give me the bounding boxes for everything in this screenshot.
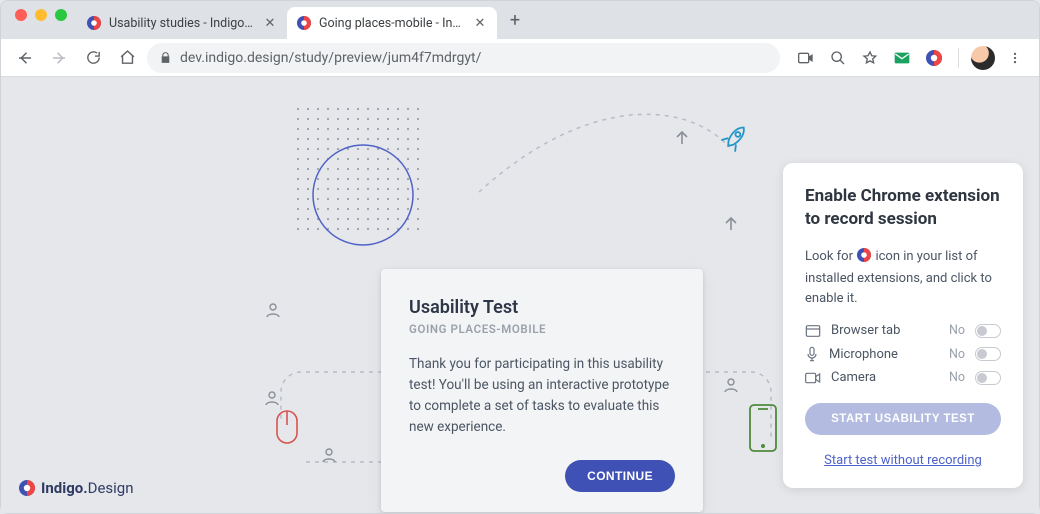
circle-outline-icon: [303, 135, 423, 255]
indigo-extension-button[interactable]: [920, 44, 948, 72]
browser-tab-0[interactable]: Usability studies - Indigo.Design ✕: [77, 7, 287, 39]
address-bar[interactable]: dev.indigo.design/study/preview/jum4f7md…: [147, 43, 780, 73]
camera-icon: [805, 372, 821, 384]
profile-avatar[interactable]: [969, 44, 997, 72]
indigo-brand: Indigo.Design: [19, 479, 134, 497]
person-icon: [723, 377, 739, 393]
arrow-right-icon: [50, 49, 68, 67]
indigo-extension-icon: [926, 50, 942, 66]
perm-label: Browser tab: [831, 323, 939, 338]
arrow-up-icon: [722, 215, 740, 233]
indigo-favicon-icon: [87, 16, 101, 30]
dashed-path-icon: [261, 367, 401, 447]
rocket-icon: [717, 122, 751, 156]
arrow-up-icon: [673, 129, 691, 147]
star-icon: [862, 50, 878, 66]
continue-button[interactable]: CONTINUE: [565, 460, 675, 492]
browser-tab-1[interactable]: Going places-mobile - Indigo.D ✕: [287, 7, 497, 39]
mail-extension-button[interactable]: [888, 44, 916, 72]
perm-row-microphone: Microphone No: [805, 346, 1001, 362]
browser-toolbar: dev.indigo.design/study/preview/jum4f7md…: [1, 39, 1039, 77]
perm-label: Microphone: [829, 347, 939, 362]
new-tab-button[interactable]: +: [501, 6, 529, 34]
nav-home-button[interactable]: [113, 44, 141, 72]
browser-tabstrip: Usability studies - Indigo.Design ✕ Goin…: [1, 1, 1039, 39]
usability-intro-card: Usability Test GOING PLACES-MOBILE Thank…: [381, 269, 703, 512]
home-icon: [119, 49, 136, 66]
recording-panel: Enable Chrome extension to record sessio…: [783, 163, 1023, 488]
nav-back-button[interactable]: [11, 44, 39, 72]
card-body-text: Thank you for participating in this usab…: [409, 354, 675, 438]
dashed-curve-icon: [469, 112, 789, 232]
address-bar-url: dev.indigo.design/study/preview/jum4f7md…: [180, 50, 481, 66]
perm-state: No: [949, 370, 965, 385]
perm-state: No: [949, 347, 965, 362]
zoom-button[interactable]: [824, 44, 852, 72]
window-zoom-button[interactable]: [55, 9, 67, 21]
start-usability-test-button[interactable]: START USABILITY TEST: [805, 403, 1001, 435]
arrow-left-icon: [16, 49, 34, 67]
window-minimize-button[interactable]: [35, 9, 47, 21]
mouse-icon: [273, 407, 301, 447]
perm-toggle[interactable]: [975, 371, 1001, 385]
lock-icon: [159, 51, 172, 64]
perm-row-browser-tab: Browser tab No: [805, 323, 1001, 338]
indigo-favicon-icon: [297, 16, 311, 30]
nav-reload-button[interactable]: [79, 44, 107, 72]
page-viewport: Usability Test GOING PLACES-MOBILE Thank…: [1, 77, 1039, 513]
person-icon: [265, 302, 281, 318]
indigo-inline-icon: [857, 248, 871, 269]
perm-row-camera: Camera No: [805, 370, 1001, 385]
kebab-icon: [1008, 51, 1022, 65]
person-icon: [321, 447, 337, 463]
tab-close-icon[interactable]: ✕: [473, 17, 487, 30]
mail-icon: [894, 52, 910, 64]
smartphone-icon: [747, 402, 779, 454]
video-icon: [798, 52, 814, 64]
toolbar-divider: [958, 48, 959, 68]
nav-forward-button[interactable]: [45, 44, 73, 72]
card-heading: Usability Test: [409, 297, 675, 318]
avatar-icon: [971, 46, 995, 70]
person-icon: [264, 390, 280, 406]
magnifier-icon: [830, 50, 846, 66]
window-close-button[interactable]: [15, 9, 27, 21]
panel-text-a: Look for: [805, 249, 853, 264]
microphone-icon: [805, 346, 819, 362]
dashed-path-icon: [701, 367, 791, 467]
browser-menu-button[interactable]: [1001, 44, 1029, 72]
browser-tab-title: Usability studies - Indigo.Design: [109, 16, 255, 31]
perm-label: Camera: [831, 370, 939, 385]
perm-state: No: [949, 323, 965, 338]
perm-toggle[interactable]: [975, 347, 1001, 361]
browser-tab-title: Going places-mobile - Indigo.D: [319, 16, 465, 31]
browser-tab-icon: [805, 324, 821, 338]
brand-text: Indigo.Design: [41, 479, 134, 497]
panel-heading: Enable Chrome extension to record sessio…: [805, 185, 1001, 231]
perm-toggle[interactable]: [975, 324, 1001, 338]
camera-button[interactable]: [792, 44, 820, 72]
toolbar-actions: [792, 44, 1029, 72]
window-controls: [9, 9, 77, 31]
card-subtitle: GOING PLACES-MOBILE: [409, 322, 675, 336]
bookmark-button[interactable]: [856, 44, 884, 72]
dots-pattern-icon: [296, 107, 426, 237]
panel-description: Look for icon in your list of installed …: [805, 247, 1001, 309]
indigo-logo-icon: [19, 480, 35, 496]
reload-icon: [85, 49, 102, 66]
permissions-list: Browser tab No Microphone No Camera No: [805, 323, 1001, 385]
tab-close-icon[interactable]: ✕: [263, 17, 277, 30]
start-without-recording-link[interactable]: Start test without recording: [824, 453, 982, 468]
